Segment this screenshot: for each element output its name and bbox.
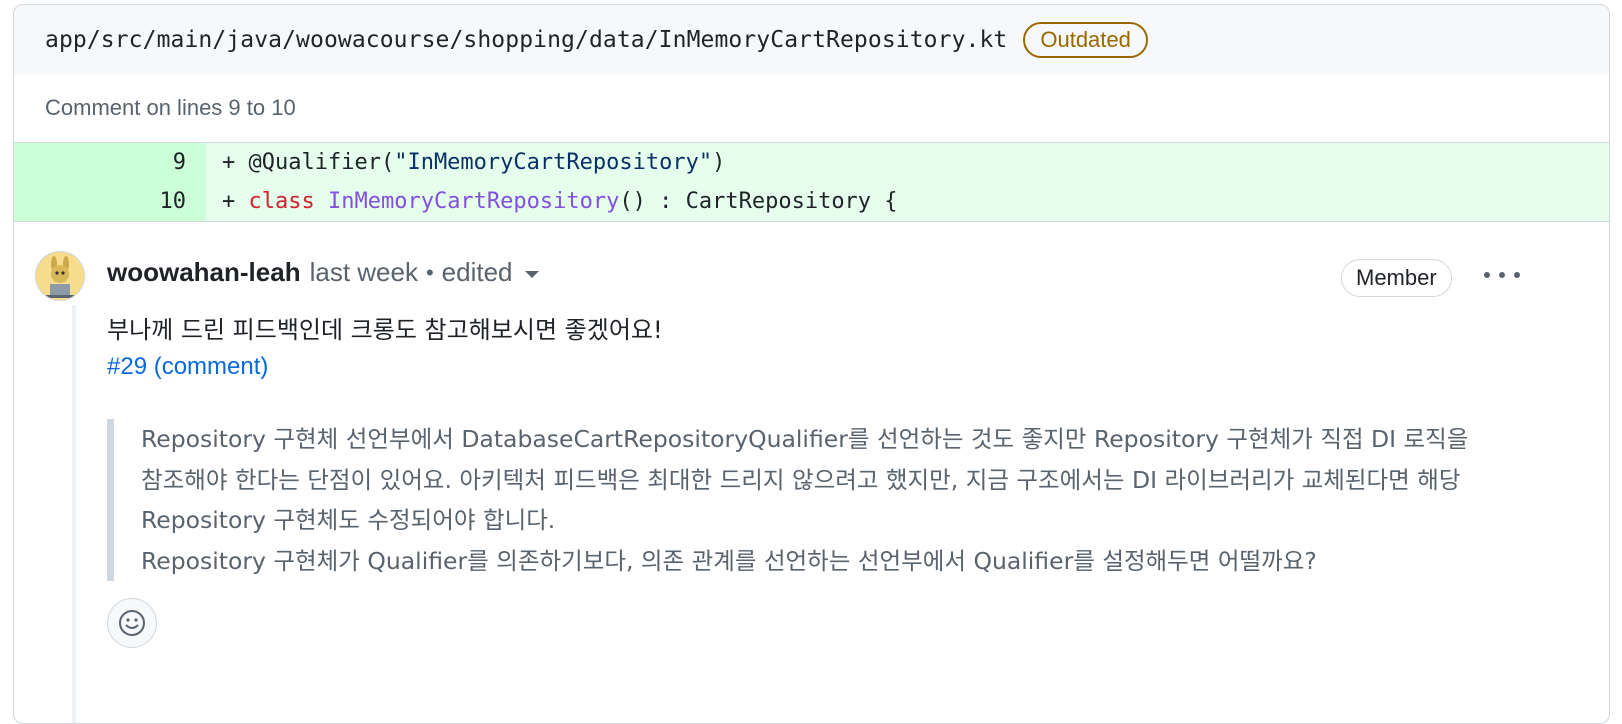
diff-prefix: +	[222, 150, 249, 175]
diff-line: 10 + class InMemoryCartRepository() : Ca…	[14, 182, 1609, 221]
smiley-icon	[119, 610, 145, 636]
triangle-down-icon[interactable]	[524, 271, 539, 278]
code-token: @Qualifier(	[248, 150, 395, 175]
separator-dot: •	[425, 259, 434, 285]
file-header: app/src/main/java/woowacourse/shopping/d…	[14, 5, 1609, 75]
code-token: )	[712, 150, 726, 175]
edited-menu[interactable]: edited	[442, 257, 513, 288]
comment-line-range: Comment on lines 9 to 10	[45, 95, 296, 120]
author-link[interactable]: woowahan-leah	[107, 257, 301, 288]
review-comment-card: app/src/main/java/woowacourse/shopping/d…	[13, 4, 1610, 724]
code-token-string: "InMemoryCartRepository"	[394, 150, 713, 175]
outdated-badge: Outdated	[1023, 22, 1148, 58]
comment-body: 부나께 드린 피드백인데 크롱도 참고해보시면 좋겠어요!	[107, 316, 663, 344]
comment-header: woowahan-leah last week • edited	[107, 257, 539, 288]
file-path-link[interactable]: app/src/main/java/woowacourse/shopping/d…	[45, 27, 1007, 53]
comment-reference-link[interactable]: #29 (comment)	[107, 353, 268, 381]
member-badge: Member	[1341, 259, 1452, 297]
code-token-keyword: class	[248, 189, 315, 214]
kebab-dot	[1514, 272, 1520, 278]
code-line: + @Qualifier("InMemoryCartRepository")	[206, 143, 1609, 182]
line-number: 9	[14, 143, 206, 182]
code-line: + class InMemoryCartRepository() : CartR…	[206, 182, 1609, 221]
blockquote: Repository 구현체 선언부에서 DatabaseCartReposit…	[107, 419, 1507, 581]
avatar[interactable]	[35, 251, 85, 301]
thread-timeline	[72, 305, 76, 723]
diff-line: 9 + @Qualifier("InMemoryCartRepository")	[14, 143, 1609, 182]
timestamp-link[interactable]: last week	[310, 257, 418, 288]
code-token: () : CartRepository {	[619, 189, 898, 214]
line-number: 10	[14, 182, 206, 221]
diff-prefix: +	[222, 189, 249, 214]
kebab-horizontal-icon[interactable]	[1484, 267, 1520, 283]
kebab-dot	[1499, 272, 1505, 278]
quote-paragraph: Repository 구현체 선언부에서 DatabaseCartReposit…	[141, 425, 1469, 534]
code-token-class: InMemoryCartRepository	[327, 189, 620, 214]
avatar-illustration	[36, 252, 84, 300]
kebab-dot	[1484, 272, 1490, 278]
quote-paragraph: Repository 구현체가 Qualifier를 의존하기보다, 의존 관계…	[141, 546, 1317, 575]
add-reaction-button[interactable]	[107, 598, 157, 648]
diff-snippet: 9 + @Qualifier("InMemoryCartRepository")…	[14, 142, 1609, 222]
